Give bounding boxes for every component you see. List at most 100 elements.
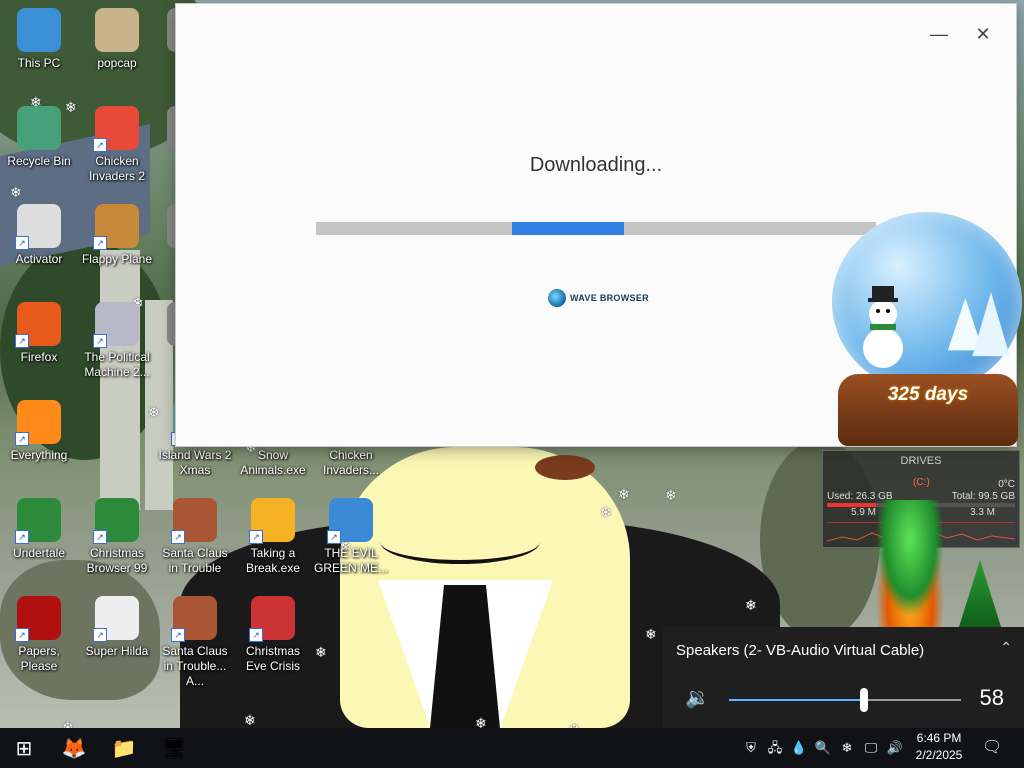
desktop-icon-label: Snow Animals.exe [240,448,306,477]
network-icon[interactable]: 🖵 [862,738,880,758]
snowflake-icon: ❄ [600,504,612,520]
desktop-icon[interactable]: ↗ Taking a Break.exe [234,498,312,576]
shortcut-arrow-icon: ↗ [249,530,263,544]
close-button[interactable]: ✕ [968,20,998,48]
snowflake-icon: ❄ [618,486,630,502]
shortcut-arrow-icon: ↗ [93,236,107,250]
notification-icon[interactable]: 🗨 [982,738,1002,758]
desktop-icon-label: The Political Machine 2... [84,350,150,379]
desktop-icon[interactable]: ↗ Papers, Please [0,596,78,674]
volume-icon[interactable]: 🔊 [886,738,904,758]
app-icon[interactable]: 🖥 [152,728,196,768]
desktop-icon[interactable]: ↗ Undertale [0,498,78,561]
desktop-icon-label: Santa Claus in Trouble [162,546,228,575]
christmas-tree-icon: ↗ [93,498,139,544]
volume-slider-thumb[interactable] [859,688,868,712]
shortcut-arrow-icon: ↗ [249,628,263,642]
chevron-up-icon[interactable]: ⌃ [1000,639,1012,656]
shortcut-arrow-icon: ↗ [327,530,341,544]
desktop-icon[interactable]: ↗ Activator [0,204,78,267]
shortcut-arrow-icon: ↗ [171,530,185,544]
clock[interactable]: 6:46 PM 2/2/2025 [906,730,972,764]
desktop-icon[interactable]: ↗ Santa Claus in Trouble [156,498,234,576]
shortcut-arrow-icon: ↗ [93,530,107,544]
desktop-icon-label: Chicken Invaders 2 [88,154,146,183]
network-app-icon[interactable]: 🖧 [766,738,784,758]
shortcut-arrow-icon: ↗ [15,530,29,544]
brand-name: WAVE BROWSER [570,293,649,303]
clock-time: 6:46 PM [916,731,962,745]
desktop-icon[interactable]: ↗ Chicken Invaders 2 [78,106,156,184]
desktop-icon[interactable]: Recycle Bin [0,106,78,169]
desktop-icon-label: Super Hilda [85,644,149,658]
firefox-icon: ↗ [15,302,61,348]
shortcut-arrow-icon: ↗ [93,334,107,348]
desktop-icon[interactable]: ↗ Christmas Eve Crisis [234,596,312,674]
snowglobe-icon [832,212,1022,392]
people-icon: ↗ [327,498,373,544]
desktop-icon-label: Flappy Plane [81,252,153,266]
desktop-icon[interactable]: ↗ Santa Claus in Trouble... A... [156,596,234,689]
snowflake-icon[interactable]: ❄ [838,738,856,758]
desktop-icon[interactable]: ↗ Christmas Browser 99 [78,498,156,576]
desktop-icon[interactable]: ↗ Super Hilda [78,596,156,659]
drop-icon[interactable]: 💧 [790,738,808,758]
christmas-tree-decoration [870,500,950,630]
volume-slider-fill [729,699,864,701]
days-countdown: 325 days [887,384,969,405]
santa-icon: ↗ [171,596,217,642]
file-explorer-icon[interactable]: 📁 [102,728,146,768]
game-icon: ↗ [93,204,139,250]
security-icon[interactable]: ⛨ [742,738,760,758]
desktop-icon[interactable]: ↗ THE EVIL GREEN ME... [312,498,390,576]
desktop-icon-label: Undertale [12,546,66,560]
wallpaper-figure-mark [535,455,595,480]
folder-icon [95,8,139,52]
drive-total: Total: 99.5 GB [951,491,1015,502]
desktop-icon[interactable]: This PC [0,8,78,71]
snowflake-icon: ❄ [244,712,256,728]
monitor-icon [17,8,61,52]
desktop-icon-label: Firefox [20,350,58,364]
desktop-icon-label: Christmas Browser 99 [86,546,148,575]
shortcut-arrow-icon: ↗ [15,236,29,250]
desktop-icon-label: Papers, Please [18,644,60,673]
desktop-icon[interactable]: ↗ Everything [0,400,78,463]
political-machine-icon: ↗ [93,302,139,348]
speaker-icon[interactable]: 🔉 [685,685,710,710]
download-progress-bar [316,222,876,235]
snowflake-icon: ❄ [10,184,22,200]
snowflake-icon: ❄ [475,715,487,728]
undertale-icon: ↗ [15,498,61,544]
firefox-icon[interactable]: 🦊 [52,728,96,768]
desktop-icon-label: Chicken Invaders... [322,448,380,477]
wave-icon [548,289,566,307]
volume-slider[interactable] [729,688,961,712]
shortcut-arrow-icon: ↗ [93,628,107,642]
drives-title: DRIVES [900,455,942,467]
minimize-button[interactable]: — [924,20,954,48]
start-button[interactable]: ⊞ [2,728,46,768]
shortcut-arrow-icon: ↗ [15,432,29,446]
search-icon[interactable]: 🔍 [814,738,832,758]
star-icon: ↗ [249,498,295,544]
desktop-icon[interactable]: ↗ Flappy Plane [78,204,156,267]
desktop-icon[interactable]: ↗ The Political Machine 2... [78,302,156,380]
desktop-icon-label: Santa Claus in Trouble... A... [162,644,228,688]
volume-flyout[interactable]: Speakers (2- VB-Audio Virtual Cable) ⌃ 🔉… [663,627,1024,728]
desktop-icon-label: Taking a Break.exe [245,546,301,575]
wave-browser-logo: WAVE BROWSER [548,289,649,307]
drive-letter: (C:) [913,477,930,488]
audio-device-name[interactable]: Speakers (2- VB-Audio Virtual Cable) [676,642,924,659]
snowglobe-countdown-widget[interactable]: 325 days [830,212,1024,452]
desktop-icon[interactable]: popcap [78,8,156,71]
desktop-icon-label: This PC [17,56,61,70]
desktop-icon[interactable]: ↗ Firefox [0,302,78,365]
snowflake-icon: ❄ [665,487,677,503]
desktop-icon-label: Christmas Eve Crisis [245,644,300,673]
taskbar: ⊞ 🦊 📁 🖥 ⛨ 🖧 💧 🔍 ❄ 🖵 🔊 6:46 PM 2/2/2025 🗨 [0,728,1024,768]
clock-date: 2/2/2025 [915,748,963,762]
wallpaper-pillar [100,250,140,510]
shortcut-arrow-icon: ↗ [93,138,107,152]
volume-value: 58 [979,685,1004,710]
